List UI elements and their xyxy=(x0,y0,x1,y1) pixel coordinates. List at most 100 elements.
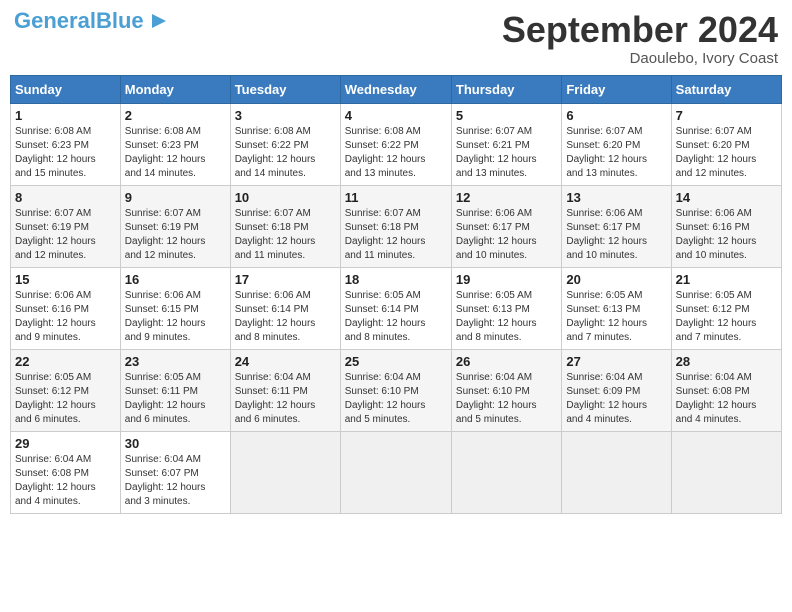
day-detail: Sunrise: 6:06 AM Sunset: 6:17 PM Dayligh… xyxy=(566,207,666,263)
day-detail: Sunrise: 6:04 AM Sunset: 6:08 PM Dayligh… xyxy=(15,453,116,509)
calendar-table: Sunday Monday Tuesday Wednesday Thursday… xyxy=(10,75,782,514)
day-detail: Sunrise: 6:04 AM Sunset: 6:09 PM Dayligh… xyxy=(566,371,666,427)
day-number: 9 xyxy=(125,190,226,205)
table-row: 1 Sunrise: 6:08 AM Sunset: 6:23 PM Dayli… xyxy=(11,103,121,185)
logo-text: GeneralBlue xyxy=(14,10,144,32)
day-number: 15 xyxy=(15,272,116,287)
day-detail: Sunrise: 6:05 AM Sunset: 6:13 PM Dayligh… xyxy=(456,289,557,345)
table-row: 15 Sunrise: 6:06 AM Sunset: 6:16 PM Dayl… xyxy=(11,267,121,349)
day-detail: Sunrise: 6:04 AM Sunset: 6:11 PM Dayligh… xyxy=(235,371,336,427)
month-title: September 2024 xyxy=(502,10,778,50)
table-row: 2 Sunrise: 6:08 AM Sunset: 6:23 PM Dayli… xyxy=(120,103,230,185)
table-row: 28 Sunrise: 6:04 AM Sunset: 6:08 PM Dayl… xyxy=(671,349,781,431)
col-sunday: Sunday xyxy=(11,75,121,103)
day-number: 14 xyxy=(676,190,777,205)
col-thursday: Thursday xyxy=(451,75,561,103)
day-detail: Sunrise: 6:04 AM Sunset: 6:08 PM Dayligh… xyxy=(676,371,777,427)
table-row: 3 Sunrise: 6:08 AM Sunset: 6:22 PM Dayli… xyxy=(230,103,340,185)
table-row: 12 Sunrise: 6:06 AM Sunset: 6:17 PM Dayl… xyxy=(451,185,561,267)
day-detail: Sunrise: 6:05 AM Sunset: 6:12 PM Dayligh… xyxy=(15,371,116,427)
day-detail: Sunrise: 6:07 AM Sunset: 6:18 PM Dayligh… xyxy=(345,207,447,263)
day-detail: Sunrise: 6:08 AM Sunset: 6:22 PM Dayligh… xyxy=(345,125,447,181)
table-row: 25 Sunrise: 6:04 AM Sunset: 6:10 PM Dayl… xyxy=(340,349,451,431)
day-number: 28 xyxy=(676,354,777,369)
location: Daoulebo, Ivory Coast xyxy=(502,50,778,67)
table-row: 8 Sunrise: 6:07 AM Sunset: 6:19 PM Dayli… xyxy=(11,185,121,267)
day-number: 10 xyxy=(235,190,336,205)
day-number: 26 xyxy=(456,354,557,369)
col-friday: Friday xyxy=(562,75,671,103)
table-row: 27 Sunrise: 6:04 AM Sunset: 6:09 PM Dayl… xyxy=(562,349,671,431)
table-row: 6 Sunrise: 6:07 AM Sunset: 6:20 PM Dayli… xyxy=(562,103,671,185)
day-number: 22 xyxy=(15,354,116,369)
day-detail: Sunrise: 6:08 AM Sunset: 6:22 PM Dayligh… xyxy=(235,125,336,181)
day-number: 29 xyxy=(15,436,116,451)
table-row: 22 Sunrise: 6:05 AM Sunset: 6:12 PM Dayl… xyxy=(11,349,121,431)
day-detail: Sunrise: 6:07 AM Sunset: 6:21 PM Dayligh… xyxy=(456,125,557,181)
day-number: 2 xyxy=(125,108,226,123)
day-number: 6 xyxy=(566,108,666,123)
day-detail: Sunrise: 6:05 AM Sunset: 6:12 PM Dayligh… xyxy=(676,289,777,345)
day-number: 18 xyxy=(345,272,447,287)
day-number: 1 xyxy=(15,108,116,123)
day-number: 8 xyxy=(15,190,116,205)
table-row: 23 Sunrise: 6:05 AM Sunset: 6:11 PM Dayl… xyxy=(120,349,230,431)
day-detail: Sunrise: 6:08 AM Sunset: 6:23 PM Dayligh… xyxy=(15,125,116,181)
day-number: 19 xyxy=(456,272,557,287)
day-detail: Sunrise: 6:05 AM Sunset: 6:14 PM Dayligh… xyxy=(345,289,447,345)
logo-blue: Blue xyxy=(96,8,144,33)
table-row: 13 Sunrise: 6:06 AM Sunset: 6:17 PM Dayl… xyxy=(562,185,671,267)
table-row: 11 Sunrise: 6:07 AM Sunset: 6:18 PM Dayl… xyxy=(340,185,451,267)
col-tuesday: Tuesday xyxy=(230,75,340,103)
day-detail: Sunrise: 6:06 AM Sunset: 6:15 PM Dayligh… xyxy=(125,289,226,345)
day-detail: Sunrise: 6:04 AM Sunset: 6:10 PM Dayligh… xyxy=(345,371,447,427)
day-number: 25 xyxy=(345,354,447,369)
day-number: 17 xyxy=(235,272,336,287)
col-wednesday: Wednesday xyxy=(340,75,451,103)
day-detail: Sunrise: 6:05 AM Sunset: 6:11 PM Dayligh… xyxy=(125,371,226,427)
table-row: 30 Sunrise: 6:04 AM Sunset: 6:07 PM Dayl… xyxy=(120,431,230,513)
table-row: 5 Sunrise: 6:07 AM Sunset: 6:21 PM Dayli… xyxy=(451,103,561,185)
day-detail: Sunrise: 6:06 AM Sunset: 6:17 PM Dayligh… xyxy=(456,207,557,263)
table-row xyxy=(230,431,340,513)
day-detail: Sunrise: 6:06 AM Sunset: 6:16 PM Dayligh… xyxy=(15,289,116,345)
logo: GeneralBlue xyxy=(14,10,168,32)
day-detail: Sunrise: 6:07 AM Sunset: 6:20 PM Dayligh… xyxy=(566,125,666,181)
table-row: 21 Sunrise: 6:05 AM Sunset: 6:12 PM Dayl… xyxy=(671,267,781,349)
table-row: 10 Sunrise: 6:07 AM Sunset: 6:18 PM Dayl… xyxy=(230,185,340,267)
day-number: 20 xyxy=(566,272,666,287)
day-number: 13 xyxy=(566,190,666,205)
table-row: 29 Sunrise: 6:04 AM Sunset: 6:08 PM Dayl… xyxy=(11,431,121,513)
page-header: GeneralBlue September 2024 Daoulebo, Ivo… xyxy=(10,10,782,67)
table-row: 24 Sunrise: 6:04 AM Sunset: 6:11 PM Dayl… xyxy=(230,349,340,431)
table-row xyxy=(562,431,671,513)
day-number: 21 xyxy=(676,272,777,287)
col-monday: Monday xyxy=(120,75,230,103)
day-detail: Sunrise: 6:06 AM Sunset: 6:14 PM Dayligh… xyxy=(235,289,336,345)
col-saturday: Saturday xyxy=(671,75,781,103)
table-row xyxy=(671,431,781,513)
day-detail: Sunrise: 6:07 AM Sunset: 6:20 PM Dayligh… xyxy=(676,125,777,181)
day-number: 12 xyxy=(456,190,557,205)
day-detail: Sunrise: 6:04 AM Sunset: 6:07 PM Dayligh… xyxy=(125,453,226,509)
day-number: 3 xyxy=(235,108,336,123)
day-number: 23 xyxy=(125,354,226,369)
day-number: 24 xyxy=(235,354,336,369)
logo-icon xyxy=(146,10,168,32)
table-row: 14 Sunrise: 6:06 AM Sunset: 6:16 PM Dayl… xyxy=(671,185,781,267)
day-detail: Sunrise: 6:07 AM Sunset: 6:19 PM Dayligh… xyxy=(125,207,226,263)
table-row: 26 Sunrise: 6:04 AM Sunset: 6:10 PM Dayl… xyxy=(451,349,561,431)
day-number: 16 xyxy=(125,272,226,287)
logo-general: General xyxy=(14,8,96,33)
table-row: 19 Sunrise: 6:05 AM Sunset: 6:13 PM Dayl… xyxy=(451,267,561,349)
title-block: September 2024 Daoulebo, Ivory Coast xyxy=(502,10,778,67)
day-number: 30 xyxy=(125,436,226,451)
day-detail: Sunrise: 6:06 AM Sunset: 6:16 PM Dayligh… xyxy=(676,207,777,263)
table-row: 20 Sunrise: 6:05 AM Sunset: 6:13 PM Dayl… xyxy=(562,267,671,349)
day-detail: Sunrise: 6:07 AM Sunset: 6:19 PM Dayligh… xyxy=(15,207,116,263)
table-row: 17 Sunrise: 6:06 AM Sunset: 6:14 PM Dayl… xyxy=(230,267,340,349)
day-detail: Sunrise: 6:05 AM Sunset: 6:13 PM Dayligh… xyxy=(566,289,666,345)
day-detail: Sunrise: 6:07 AM Sunset: 6:18 PM Dayligh… xyxy=(235,207,336,263)
day-detail: Sunrise: 6:08 AM Sunset: 6:23 PM Dayligh… xyxy=(125,125,226,181)
day-number: 27 xyxy=(566,354,666,369)
